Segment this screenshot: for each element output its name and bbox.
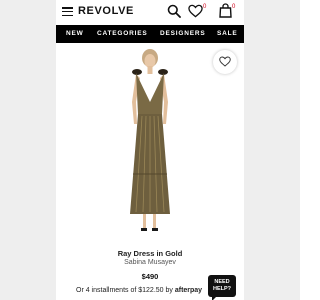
installments-note: Or 4 installments of $122.50 by afterpay [76, 287, 202, 294]
product-designer[interactable]: Sabina Musayev [56, 259, 244, 266]
nav-item-sale[interactable]: SALE [217, 30, 238, 37]
product-image[interactable] [116, 44, 184, 236]
installments-text: Or 4 installments of $122.50 by [76, 287, 173, 294]
brand-logo[interactable]: REVOLVE [78, 5, 134, 17]
wishlist-heart-icon[interactable] [188, 4, 203, 18]
wishlist-count: 0 [203, 4, 207, 10]
heart-icon [219, 56, 231, 67]
help-label-line2: HELP? [212, 286, 232, 292]
mobile-page: REVOLVE 0 0 NEW CATEGORIES DESIGNERS SAL… [56, 0, 244, 300]
nav-item-designers[interactable]: DESIGNERS [160, 30, 206, 37]
right-gutter [244, 0, 300, 300]
bag-count: 0 [232, 4, 236, 10]
shopping-bag-icon[interactable] [219, 3, 232, 18]
nav-item-categories[interactable]: CATEGORIES [97, 30, 148, 37]
top-header: REVOLVE 0 0 [56, 0, 244, 24]
product-name[interactable]: Ray Dress in Gold [56, 249, 244, 258]
menu-icon[interactable] [62, 7, 73, 17]
search-icon[interactable] [167, 4, 181, 18]
left-gutter [0, 0, 56, 300]
afterpay-logo[interactable]: afterpay [175, 287, 202, 294]
help-label-line1: NEED [214, 279, 230, 285]
nav-item-new[interactable]: NEW [66, 30, 84, 37]
add-to-wishlist-button[interactable] [213, 50, 237, 74]
need-help-button[interactable]: NEED HELP? [208, 275, 236, 300]
category-nav: NEW CATEGORIES DESIGNERS SALE [56, 25, 244, 43]
